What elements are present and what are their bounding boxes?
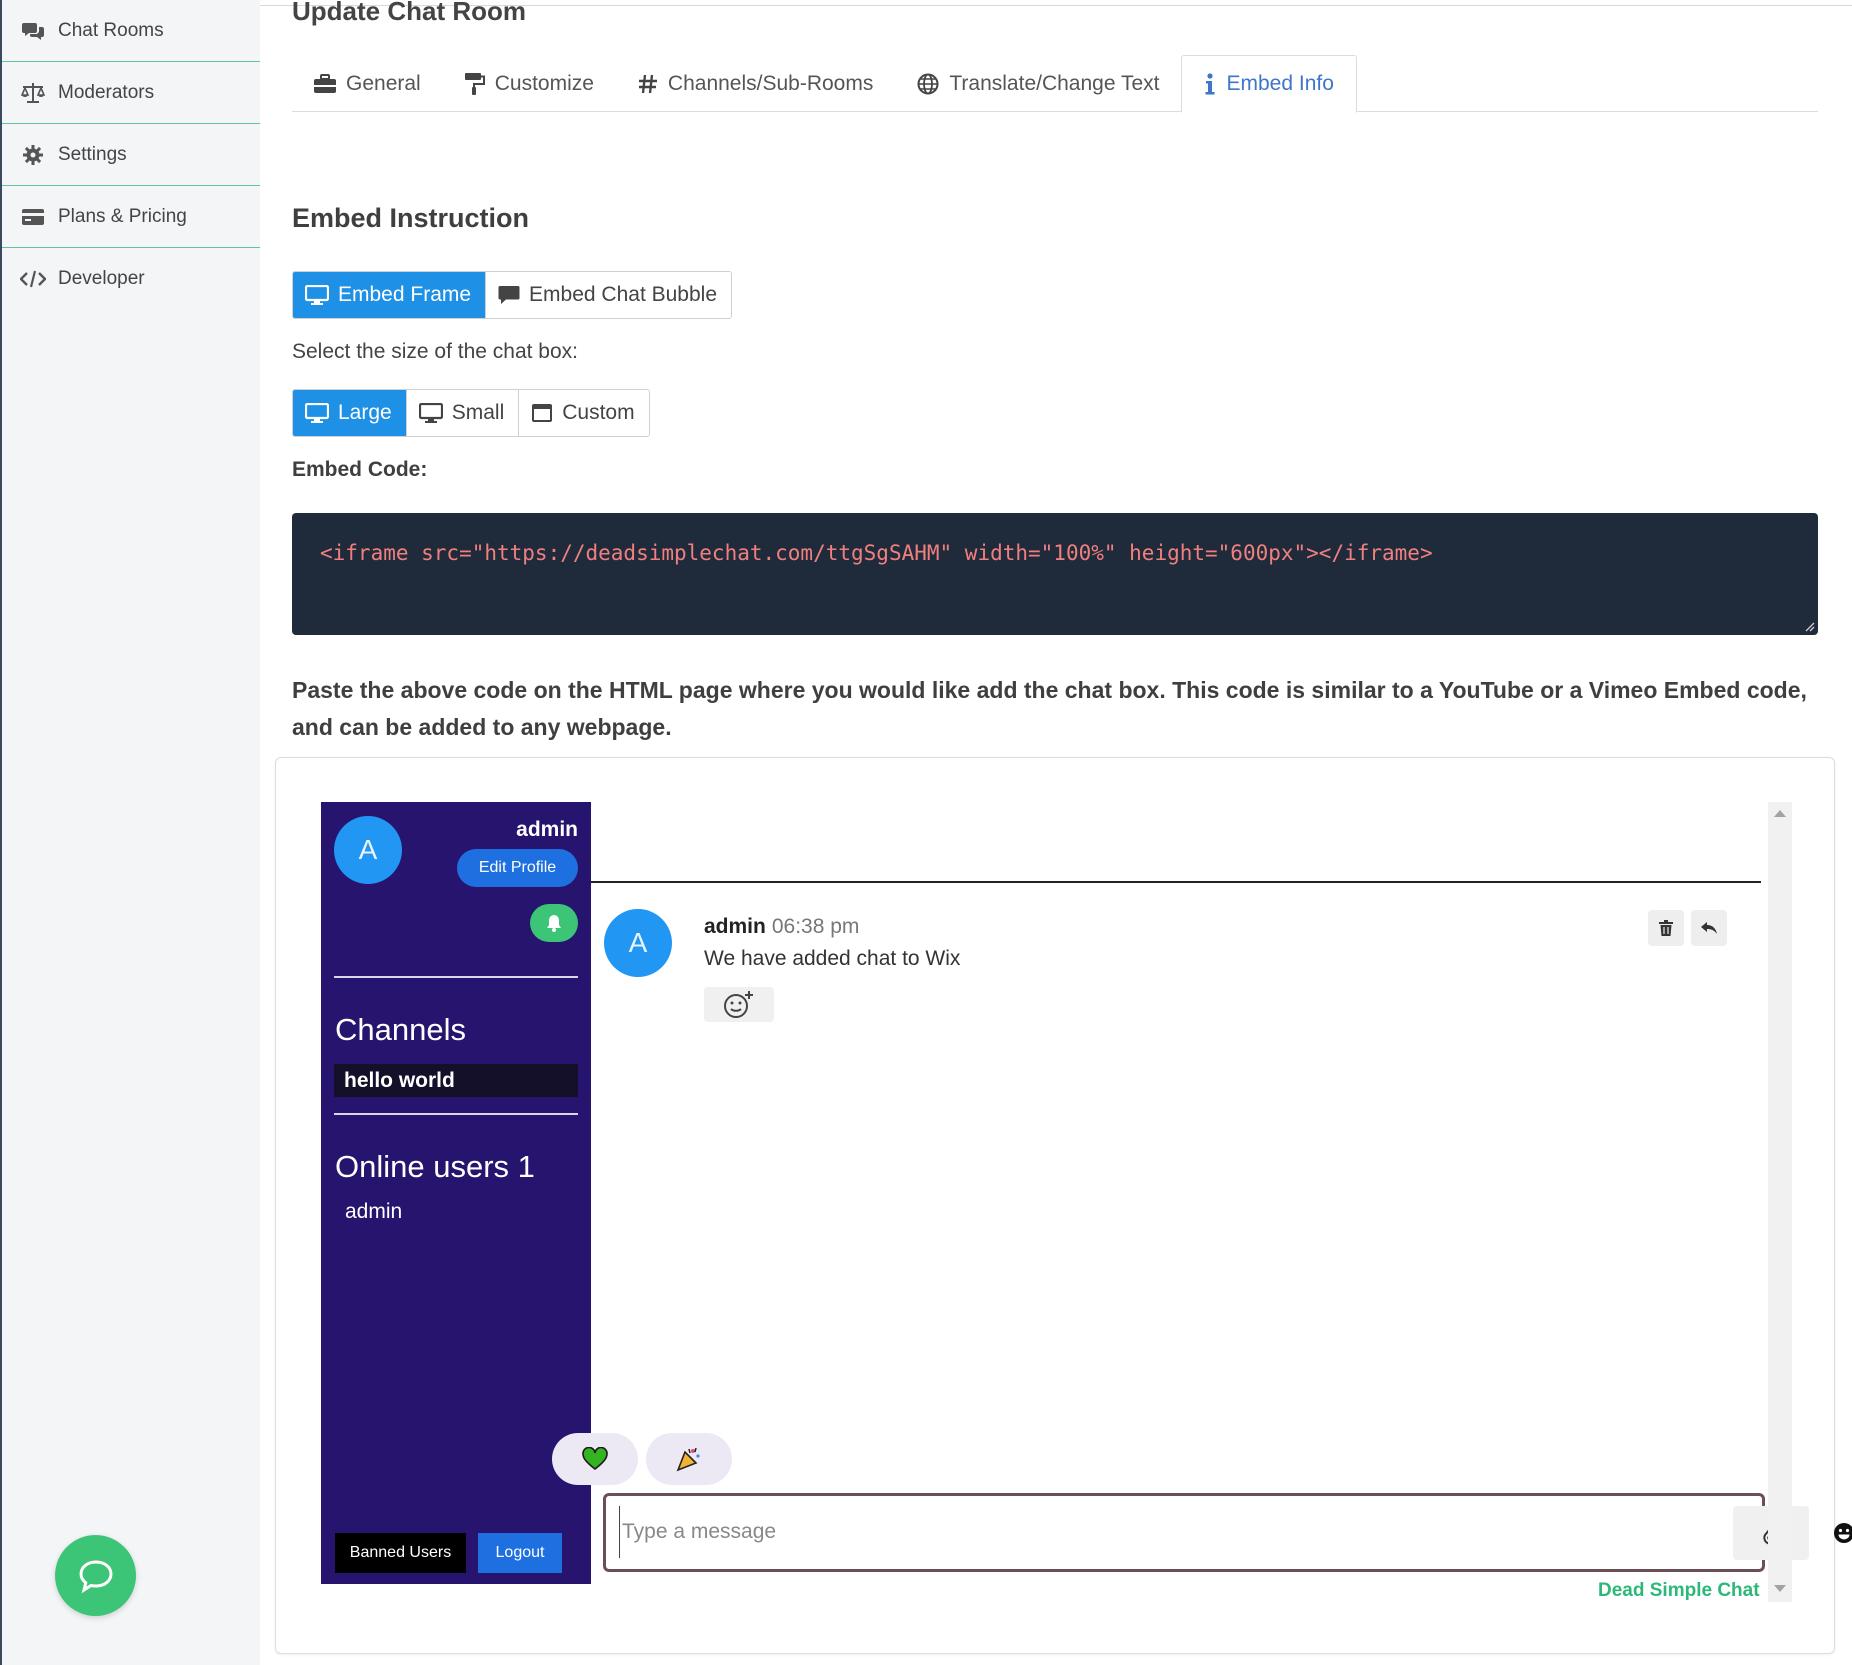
chat-bubble-outline-icon [78,1559,113,1593]
message-username: admin [704,915,766,938]
window-icon [531,403,553,423]
chat-sidebar-divider [334,976,578,978]
size-group: Large Small Custom [292,389,650,437]
add-reaction-button[interactable] [704,987,774,1022]
notification-bell-button[interactable] [530,904,578,942]
help-chat-button[interactable] [55,1535,136,1616]
monitor-icon [305,285,329,305]
embed-code-label: Embed Code: [292,458,428,481]
emoji-picker-button[interactable] [1824,1506,1852,1560]
sidebar-item-developer[interactable]: Developer [2,248,260,310]
scroll-up-icon[interactable] [1774,810,1786,817]
chat-scrollbar[interactable] [1768,802,1792,1602]
tab-label: Translate/Change Text [949,71,1160,95]
online-user-item[interactable]: admin [345,1200,402,1224]
size-large-button[interactable]: Large [293,390,407,436]
globe-icon [917,73,939,95]
button-label: Embed Frame [338,283,472,306]
trash-icon [1659,920,1673,936]
resize-handle-icon[interactable] [1803,620,1815,632]
hash-icon [638,74,658,94]
embed-code-text: <iframe src="https://deadsimplechat.com/… [320,541,1433,565]
size-custom-button[interactable]: Custom [519,390,649,436]
tab-label: Customize [494,71,594,95]
sidebar-item-moderators[interactable]: Moderators [2,62,260,124]
chat-preview-card: A admin Edit Profile Channels hello worl… [275,757,1852,1654]
message-text: We have added chat to Wix [704,947,961,970]
scroll-down-icon[interactable] [1774,1585,1786,1592]
toolbox-icon [314,73,336,94]
left-sidebar: Chat Rooms Moderators Settings Plans & P… [0,0,260,1665]
info-icon [1204,73,1216,95]
sidebar-item-plans-pricing[interactable]: Plans & Pricing [2,186,260,248]
message-time: 06:38 pm [771,915,860,938]
user-avatar: A [334,816,402,884]
monitor-icon [305,403,329,423]
channels-heading: Channels [335,1012,466,1047]
paint-roller-icon [464,72,485,95]
embed-instruction-title: Embed Instruction [292,203,530,233]
quick-reaction-party[interactable] [646,1433,732,1485]
party-popper-icon [676,1447,700,1472]
channel-item[interactable]: hello world [334,1064,578,1097]
monitor-icon [418,403,443,423]
sidebar-item-label: Plans & Pricing [58,205,187,227]
tab-bar: General Customize Channels/Sub-Rooms Tra… [292,55,1818,113]
sidebar-item-label: Developer [58,268,145,289]
tab-label: General [346,71,421,95]
sidebar-item-label: Chat Rooms [58,19,164,41]
scale-icon [20,82,46,104]
tab-label: Channels/Sub-Rooms [667,71,874,95]
button-label: Large [338,401,392,424]
message-avatar: A [604,909,672,977]
bell-icon [547,915,561,932]
embed-type-group: Embed Frame Embed Chat Bubble [292,271,733,319]
online-users-heading: Online users 1 [335,1149,535,1184]
tab-label: Embed Info [1226,72,1334,95]
sidebar-item-settings[interactable]: Settings [2,124,260,186]
reply-message-button[interactable] [1691,910,1727,946]
tab-translate[interactable]: Translate/Change Text [895,55,1181,112]
green-heart-icon [582,1447,608,1471]
credit-card-icon [20,206,46,228]
add-emoji-icon [724,990,753,1018]
button-label: Embed Chat Bubble [529,283,718,306]
embed-chat-bubble-button[interactable]: Embed Chat Bubble [486,272,732,318]
tab-channels[interactable]: Channels/Sub-Rooms [616,55,895,112]
embed-code-textarea[interactable]: <iframe src="https://deadsimplechat.com/… [292,513,1818,635]
banned-users-button[interactable]: Banned Users [335,1533,466,1573]
message-meta: admin 06:38 pm [704,915,859,939]
sidebar-item-label: Moderators [58,81,155,103]
size-small-button[interactable]: Small [406,390,520,436]
speech-bubble-icon [498,285,520,305]
delete-message-button[interactable] [1648,910,1684,946]
button-label: Small [451,401,505,424]
code-icon [20,268,46,290]
sidebar-item-chat-rooms[interactable]: Chat Rooms [2,0,260,62]
page-title: Update Chat Room [292,0,526,26]
chat-sidebar: A admin Edit Profile Channels hello worl… [321,802,591,1584]
reply-icon [1701,922,1717,934]
chat-sidebar-divider [334,1113,578,1115]
message-input[interactable] [619,1506,1579,1558]
brand-link[interactable]: Dead Simple Chat [1598,1580,1760,1602]
paste-instructions: Paste the above code on the HTML page wh… [292,677,1807,740]
logout-button[interactable]: Logout [478,1533,562,1573]
chat-bubbles-icon [20,20,46,42]
chat-header-divider [591,881,1761,883]
message-composer [603,1493,1852,1572]
embed-frame-button[interactable]: Embed Frame [293,272,487,318]
sidebar-item-label: Settings [58,143,127,165]
button-label: Custom [562,401,635,424]
smiley-icon [1834,1523,1852,1543]
chat-username: admin [516,818,578,841]
tab-embed-info[interactable]: Embed Info [1181,55,1357,113]
size-label: Select the size of the chat box: [292,340,579,363]
edit-profile-button[interactable]: Edit Profile [457,849,578,887]
tab-customize[interactable]: Customize [443,55,616,112]
tab-general[interactable]: General [292,55,443,112]
quick-reaction-heart[interactable] [552,1433,638,1485]
gear-icon [20,144,46,166]
